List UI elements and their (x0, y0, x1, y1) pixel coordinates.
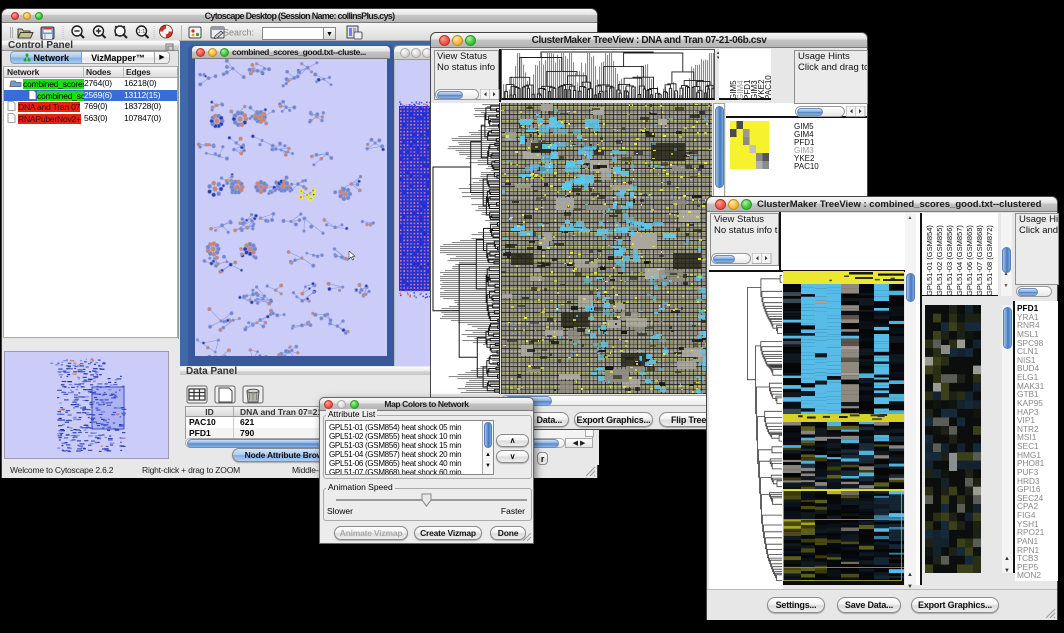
svg-text:Search:: Search: (223, 27, 254, 37)
svg-text:1:1: 1:1 (138, 29, 146, 35)
